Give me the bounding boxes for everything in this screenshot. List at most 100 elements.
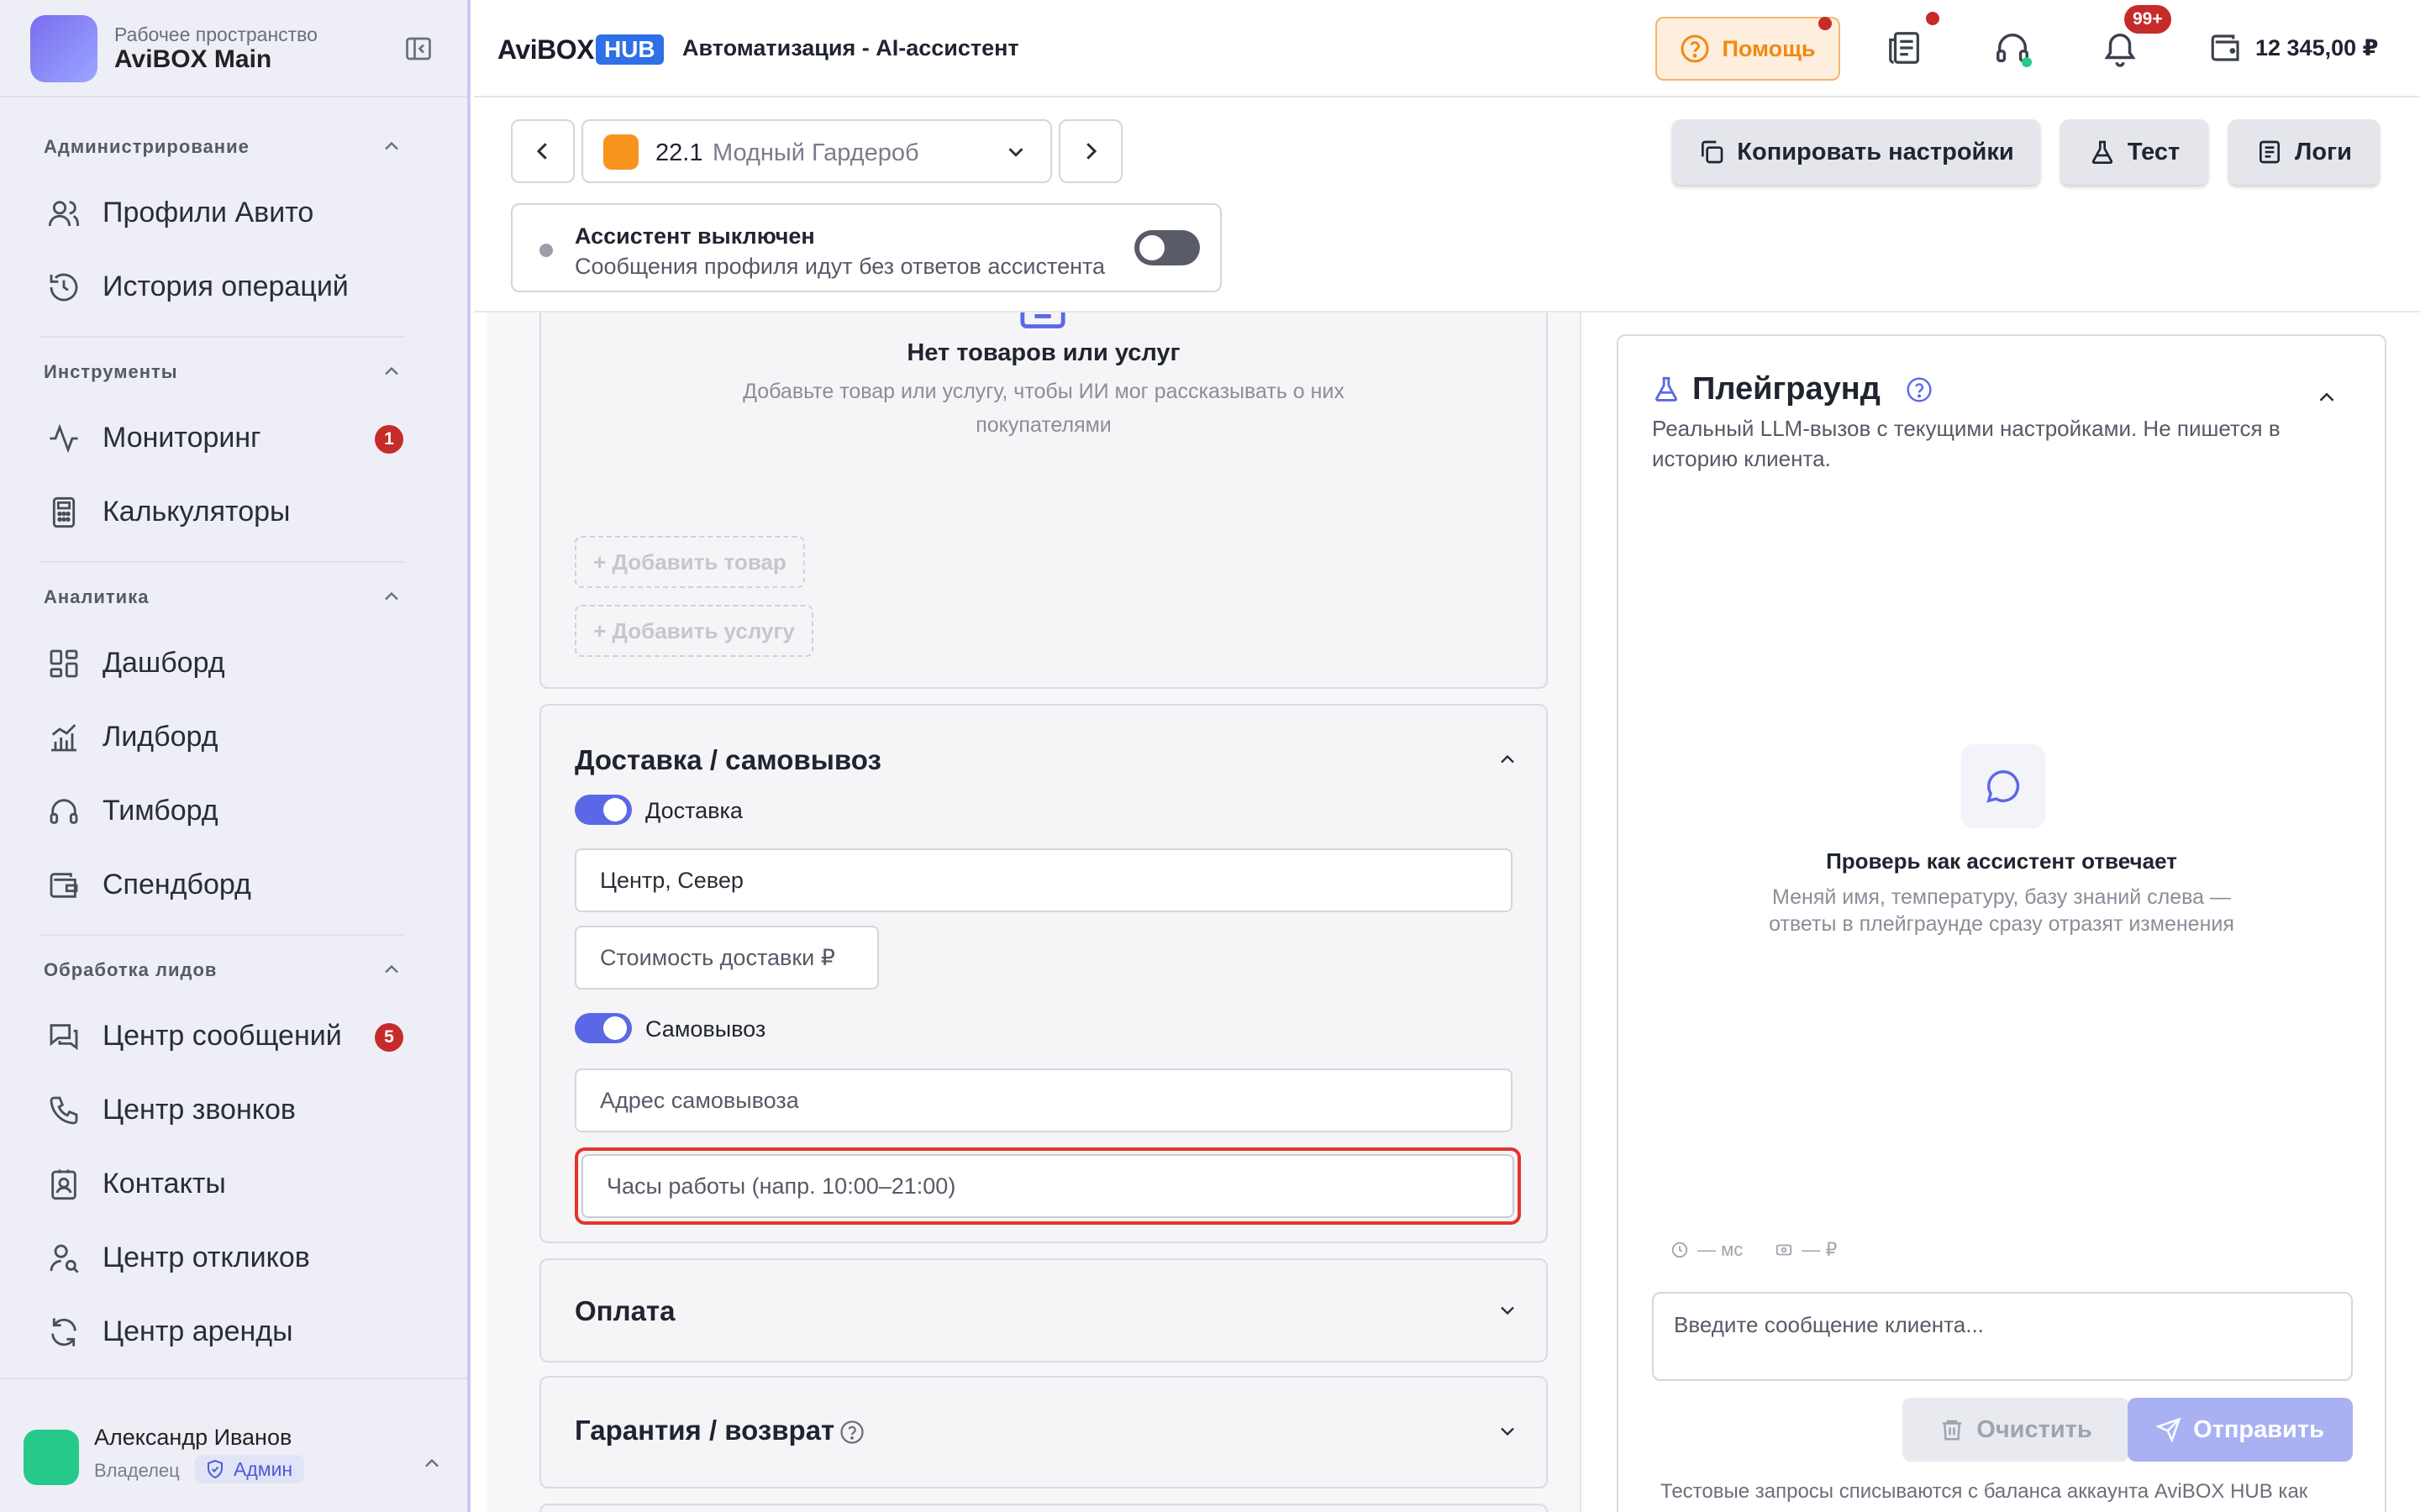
chevron-up-icon[interactable]	[380, 134, 403, 158]
question-circle-icon[interactable]	[1906, 376, 1933, 403]
sidebar-item-label: Мониторинг	[103, 422, 261, 454]
profile-name: Модный Гардероб	[713, 139, 919, 166]
chevron-up-icon[interactable]	[1496, 748, 1519, 771]
sidebar-item-label: Калькуляторы	[103, 496, 291, 528]
workspace-switcher[interactable]: Рабочее пространство AviBOX Main	[0, 0, 467, 97]
assistant-status-desc: Сообщения профиля идут без ответов ассис…	[575, 254, 1106, 279]
chat-icon	[47, 1020, 81, 1053]
working-hours-input[interactable]: Часы работы (напр. 10:00–21:00)	[581, 1154, 1514, 1218]
chevron-up-icon[interactable]	[420, 1452, 444, 1475]
shield-icon	[205, 1459, 225, 1479]
brand-logo[interactable]: AviBOX HUB	[497, 34, 664, 66]
user-menu[interactable]: Александр Иванов Владелец Админ	[0, 1378, 467, 1512]
prev-profile-button[interactable]	[511, 119, 575, 183]
collapsed-card[interactable]	[539, 1504, 1548, 1512]
chevron-down-icon[interactable]	[1496, 1299, 1519, 1322]
trash-icon	[1939, 1417, 1965, 1442]
history-icon	[47, 270, 81, 304]
wallet-icon	[2208, 30, 2244, 66]
add-product-button[interactable]: + Добавить товар	[575, 536, 805, 588]
cost-value: — ₽	[1802, 1239, 1838, 1260]
sidebar-item-monitoring[interactable]: Мониторинг 1	[30, 405, 417, 472]
sidebar-item-label: Центр сообщений	[103, 1020, 342, 1052]
sidebar-item-label: Тимборд	[103, 795, 218, 827]
send-label: Отправить	[2193, 1415, 2324, 1443]
playground-card: Плейграунд Реальный LLM-вызов с текущими…	[1617, 334, 2386, 1512]
assistant-toggle[interactable]	[1134, 230, 1200, 265]
bell-icon[interactable]	[2101, 29, 2139, 67]
sidebar-item-rental[interactable]: Центр аренды	[30, 1299, 417, 1366]
users-icon	[47, 197, 81, 230]
sidebar-item-teamboard[interactable]: Тимборд	[30, 778, 417, 845]
chat-bubble-tile	[1961, 744, 2045, 828]
sidebar-item-history[interactable]: История операций	[30, 254, 417, 321]
group-title-analytics: Аналитика	[44, 586, 150, 607]
sidebar-collapse-icon[interactable]	[402, 34, 435, 64]
chevron-up-icon[interactable]	[380, 958, 403, 981]
playground-stats: — мс — ₽	[1670, 1238, 1837, 1262]
notification-badge: 1	[375, 425, 403, 454]
warranty-card[interactable]: Гарантия / возврат	[539, 1376, 1548, 1488]
assistant-status-title: Ассистент выключен	[575, 223, 815, 249]
token-icon	[1775, 1241, 1793, 1259]
payment-title: Оплата	[575, 1295, 676, 1326]
news-icon[interactable]	[1886, 29, 1924, 67]
settings-panel[interactable]: Нет товаров или услуг Добавьте товар или…	[487, 312, 1580, 1512]
copy-settings-button[interactable]: Копировать настройки	[1672, 119, 2040, 185]
next-profile-button[interactable]	[1059, 119, 1123, 183]
online-dot	[2022, 57, 2032, 67]
send-button[interactable]: Отправить	[2128, 1398, 2353, 1462]
products-empty-desc: Добавьте товар или услугу, чтобы ИИ мог …	[743, 380, 1344, 437]
phone-icon	[47, 1094, 81, 1127]
balance-button[interactable]: 12 345,00 ₽	[2208, 29, 2378, 67]
client-message-input[interactable]: Введите сообщение клиента...	[1652, 1292, 2353, 1381]
chevron-up-icon[interactable]	[380, 360, 403, 383]
logs-button[interactable]: Логи	[2228, 119, 2380, 185]
page-title: Автоматизация - AI-ассистент	[682, 35, 1019, 60]
sidebar-item-messages[interactable]: Центр сообщений 5	[30, 1003, 417, 1070]
wallet-icon	[47, 869, 81, 902]
chart-icon	[47, 721, 81, 754]
warranty-title: Гарантия / возврат	[575, 1415, 835, 1446]
profile-color-swatch	[603, 134, 639, 170]
profile-select[interactable]: 22.1 Модный Гардероб	[581, 119, 1052, 183]
add-service-button[interactable]: + Добавить услугу	[575, 605, 813, 657]
group-title-admin: Администрирование	[44, 136, 250, 157]
test-button[interactable]: Тест	[2060, 119, 2208, 185]
user-name: Александр Иванов	[94, 1425, 292, 1450]
chevron-up-icon[interactable]	[380, 585, 403, 608]
pickup-toggle[interactable]	[575, 1013, 632, 1043]
help-button[interactable]: Помощь	[1655, 17, 1840, 81]
sidebar-item-calculators[interactable]: Калькуляторы	[30, 479, 417, 546]
question-circle-icon	[1680, 34, 1710, 64]
copy-settings-label: Копировать настройки	[1737, 138, 2014, 165]
products-empty-title: Нет товаров или услуг	[907, 339, 1181, 366]
delivery-cost-input[interactable]: Стоимость доставки ₽	[575, 926, 879, 990]
notification-badge: 5	[375, 1023, 403, 1052]
latency-value: — мс	[1697, 1239, 1744, 1260]
brand-hub: HUB	[595, 34, 664, 65]
chevron-right-icon	[1078, 139, 1103, 164]
sidebar-item-calls[interactable]: Центр звонков	[30, 1077, 417, 1144]
divider	[40, 561, 405, 563]
chevron-up-icon[interactable]	[2314, 385, 2339, 410]
delivery-toggle[interactable]	[575, 795, 632, 825]
clear-label: Очистить	[1976, 1415, 2092, 1443]
sidebar-item-avito-profiles[interactable]: Профили Авито	[30, 180, 417, 247]
question-circle-icon[interactable]	[839, 1420, 865, 1445]
sidebar-item-leadboard[interactable]: Лидборд	[30, 704, 417, 771]
chevron-down-icon[interactable]	[1496, 1420, 1519, 1443]
sidebar-item-spendboard[interactable]: Спендборд	[30, 852, 417, 919]
box-icon	[1018, 312, 1067, 331]
sidebar-item-contacts[interactable]: Контакты	[30, 1151, 417, 1218]
clear-button[interactable]: Очистить	[1902, 1398, 2129, 1462]
payment-card[interactable]: Оплата	[539, 1258, 1548, 1362]
calculator-icon	[47, 496, 81, 529]
pickup-address-input[interactable]: Адрес самовывоза	[575, 1068, 1512, 1132]
sidebar-item-dashboard[interactable]: Дашборд	[30, 630, 417, 697]
billing-note: Тестовые запросы списываются с баланса а…	[1660, 1480, 2308, 1503]
logs-icon	[2256, 139, 2283, 165]
sidebar-item-label: Центр аренды	[103, 1315, 293, 1347]
sidebar-item-responses[interactable]: Центр откликов	[30, 1225, 417, 1292]
delivery-zones-input[interactable]: Центр, Север	[575, 848, 1512, 912]
